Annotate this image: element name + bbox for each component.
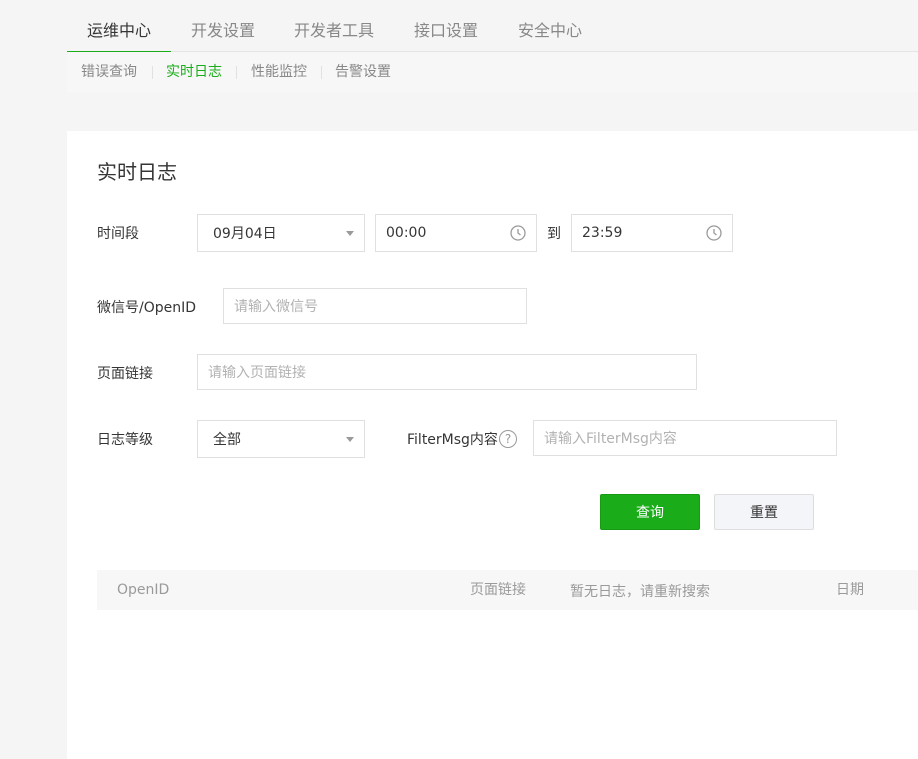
caret-down-icon (346, 437, 354, 442)
log-level-select[interactable]: 全部 (197, 420, 365, 458)
openid-placeholder: 请输入微信号 (234, 299, 318, 315)
date-select[interactable]: 09月04日 (197, 214, 365, 252)
page-url-input[interactable]: 请输入页面链接 (197, 354, 697, 390)
page-url-placeholder: 请输入页面链接 (208, 365, 306, 381)
reset-button[interactable]: 重置 (714, 494, 814, 530)
time-range-to: 到 (547, 226, 561, 242)
sub-tab-divider (236, 66, 237, 79)
end-time-picker[interactable]: 23:59 (571, 214, 733, 252)
start-time-picker[interactable]: 00:00 (375, 214, 537, 252)
column-date: 日期 (836, 582, 864, 598)
end-time-value: 23:59 (582, 225, 623, 241)
sub-nav-tabs: 错误查询 实时日志 性能监控 告警设置 (67, 52, 918, 92)
top-nav-tabs: 运维中心 开发设置 开发者工具 接口设置 安全中心 (67, 0, 918, 53)
tab-dev-tools[interactable]: 开发者工具 (294, 0, 374, 52)
log-level-label: 日志等级 (97, 432, 153, 448)
subtab-performance-monitor[interactable]: 性能监控 (251, 52, 307, 92)
caret-down-icon (346, 231, 354, 236)
date-value: 09月04日 (213, 226, 277, 242)
query-button[interactable]: 查询 (600, 494, 700, 530)
filtermsg-label: FilterMsg内容 (407, 432, 498, 448)
openid-input[interactable]: 请输入微信号 (223, 288, 527, 324)
sub-tab-divider (321, 66, 322, 79)
tab-api-settings[interactable]: 接口设置 (414, 0, 478, 52)
column-page-url: 页面链接 (470, 582, 526, 598)
page-url-label: 页面链接 (97, 366, 153, 382)
column-openid: OpenID (117, 582, 170, 598)
page-title: 实时日志 (97, 160, 177, 184)
start-time-value: 00:00 (386, 225, 427, 241)
help-icon[interactable]: ? (499, 430, 517, 448)
tab-security-center[interactable]: 安全中心 (518, 0, 582, 52)
clock-icon (510, 225, 526, 241)
realtime-log-page: 运维中心 开发设置 开发者工具 接口设置 安全中心 错误查询 实时日志 性能监控… (0, 0, 918, 759)
sub-tab-divider (152, 66, 153, 79)
filtermsg-input[interactable]: 请输入FilterMsg内容 (533, 420, 837, 456)
subtab-realtime-log[interactable]: 实时日志 (166, 52, 222, 92)
log-table-header: OpenID 页面链接 日期 (97, 570, 918, 610)
clock-icon (706, 225, 722, 241)
openid-label: 微信号/OpenID (97, 300, 197, 316)
empty-state-text: 暂无日志，请重新搜索 (570, 584, 710, 600)
filtermsg-placeholder: 请输入FilterMsg内容 (544, 431, 677, 447)
time-range-label: 时间段 (97, 226, 139, 242)
tab-dev-settings[interactable]: 开发设置 (191, 0, 255, 52)
log-level-value: 全部 (213, 432, 241, 448)
log-query-card: 实时日志 时间段 09月04日 00:00 到 23:59 微信号/OpenID… (67, 131, 918, 759)
subtab-alert-settings[interactable]: 告警设置 (335, 52, 391, 92)
subtab-error-query[interactable]: 错误查询 (81, 52, 137, 92)
tab-ops-center[interactable]: 运维中心 (67, 0, 171, 53)
